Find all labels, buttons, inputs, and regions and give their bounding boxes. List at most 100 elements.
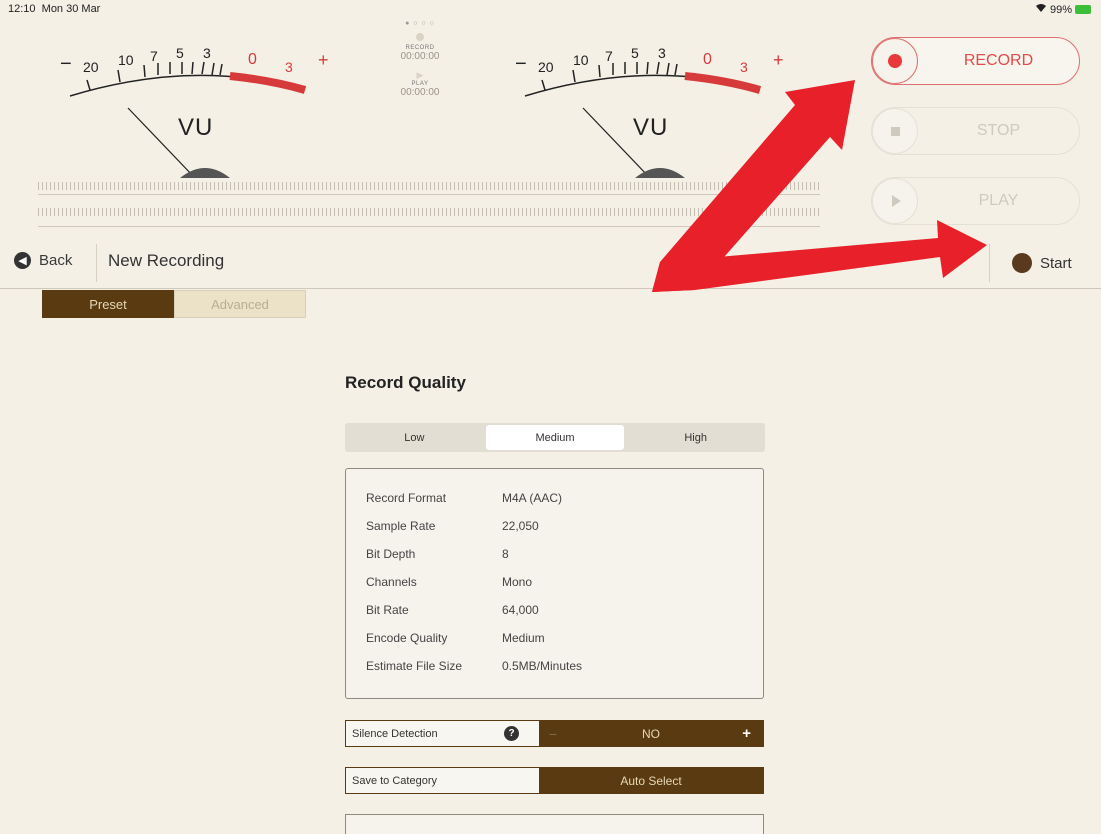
format-details-panel: Record Format M4A (AAC) Sample Rate 22,0…: [345, 468, 764, 699]
start-button[interactable]: Start: [1012, 253, 1072, 273]
detail-row: Sample Rate 22,050: [366, 519, 539, 533]
next-panel: [345, 814, 764, 834]
vu-tick: 10: [118, 52, 134, 68]
transport-status-panel: ● ○ ○ ○ RECORD 00:00:00 ▶ PLAY 00:00:00: [380, 18, 460, 98]
detail-row: Encode Quality Medium: [366, 631, 545, 645]
silence-detection-row: Silence Detection ? − NO +: [345, 720, 764, 747]
record-icon: [872, 38, 918, 84]
divider: [38, 194, 820, 195]
detail-value: M4A (AAC): [502, 491, 563, 505]
save-category-value: Auto Select: [620, 773, 682, 788]
save-category-label: Save to Category: [352, 774, 437, 787]
detail-key: Record Format: [366, 491, 447, 505]
status-indicators: 99%: [1035, 3, 1091, 16]
divider: [38, 226, 820, 227]
detail-row: Bit Rate 64,000: [366, 603, 539, 617]
increment-button[interactable]: +: [742, 725, 751, 742]
help-icon[interactable]: ?: [504, 726, 519, 741]
quality-option-high[interactable]: High: [626, 423, 765, 452]
vu-tick: 0: [703, 51, 712, 68]
record-indicator-icon: [416, 33, 424, 41]
detail-row: Bit Depth 8: [366, 547, 509, 561]
vu-meter-left: − 20 10 7 5 3 0 3 + VU: [30, 18, 330, 178]
status-time: 12:10 Mon 30 Mar: [8, 3, 100, 15]
level-ruler-bottom: [38, 208, 820, 216]
vu-tick: +: [773, 50, 784, 70]
back-label: Back: [39, 252, 73, 269]
status-clock: 12:10: [8, 3, 36, 15]
vu-tick: 3: [285, 59, 293, 75]
detail-key: Encode Quality: [366, 631, 448, 645]
stop-button[interactable]: STOP: [871, 107, 1080, 155]
vu-tick: 7: [605, 48, 613, 64]
record-button[interactable]: RECORD: [871, 37, 1080, 85]
detail-value: 64,000: [502, 603, 539, 617]
vu-tick: 20: [538, 59, 554, 75]
back-button[interactable]: ◀ Back: [14, 252, 72, 269]
battery-icon: [1075, 5, 1091, 14]
play-button[interactable]: PLAY: [871, 177, 1080, 225]
vu-tick: +: [318, 50, 329, 70]
divider: [989, 244, 990, 282]
vu-tick: 0: [248, 51, 257, 68]
vu-tick: 7: [150, 48, 158, 64]
vu-label: VU: [178, 114, 214, 141]
vu-dial-left: [69, 61, 307, 178]
record-quality-heading: Record Quality: [345, 373, 466, 392]
vu-tick: 10: [573, 52, 589, 68]
vu-meter-right: − 20 10 7 5 3 0 3 + VU: [485, 18, 785, 178]
play-time: 00:00:00: [400, 87, 440, 98]
vu-tick: 3: [740, 59, 748, 75]
detail-key: Channels: [366, 575, 417, 589]
page-indicator: ● ○ ○ ○: [405, 20, 435, 27]
vu-dial-right: [524, 61, 762, 178]
record-time: 00:00:00: [400, 51, 440, 62]
play-indicator-icon: ▶: [416, 70, 424, 80]
level-ruler-top: [38, 182, 820, 190]
silence-detection-label-cell: Silence Detection ?: [346, 721, 539, 746]
quality-option-medium[interactable]: Medium: [485, 425, 625, 450]
save-category-label-cell: Save to Category: [346, 768, 539, 793]
detail-value: 22,050: [502, 519, 539, 533]
decrement-button[interactable]: −: [549, 726, 557, 742]
tab-preset[interactable]: Preset: [42, 290, 174, 318]
stop-button-label: STOP: [976, 122, 1021, 139]
detail-value: Medium: [502, 631, 545, 645]
record-button-label: RECORD: [963, 52, 1034, 69]
detail-value: 0.5MB/Minutes: [502, 659, 583, 673]
vu-tick: 5: [176, 45, 184, 61]
play-icon: [872, 178, 918, 224]
vu-tick: 3: [658, 45, 666, 61]
silence-detection-label: Silence Detection: [352, 727, 438, 740]
detail-key: Bit Depth: [366, 547, 416, 561]
tab-advanced[interactable]: Advanced: [174, 290, 306, 318]
silence-detection-value: NO: [642, 726, 660, 741]
start-label: Start: [1040, 254, 1072, 272]
detail-key: Sample Rate: [366, 519, 436, 533]
wifi-icon: [1035, 3, 1047, 16]
status-date: Mon 30 Mar: [41, 3, 101, 15]
battery-percent: 99%: [1049, 3, 1072, 16]
save-category-row: Save to Category Auto Select: [345, 767, 764, 794]
quality-segmented-control: Low Medium High: [345, 423, 765, 452]
vu-tick: 3: [203, 45, 211, 61]
back-arrow-icon: ◀: [14, 252, 31, 269]
save-category-select[interactable]: Auto Select: [539, 768, 763, 793]
detail-key: Bit Rate: [366, 603, 409, 617]
detail-value: 8: [502, 547, 509, 561]
vu-tick: 20: [83, 59, 99, 75]
divider: [96, 244, 97, 282]
play-button-label: PLAY: [978, 192, 1019, 209]
detail-key: Estimate File Size: [366, 659, 463, 673]
stop-icon: [872, 108, 918, 154]
start-record-icon: [1012, 253, 1032, 273]
page-title: New Recording: [108, 251, 225, 270]
detail-value: Mono: [502, 575, 533, 589]
quality-option-low[interactable]: Low: [345, 423, 484, 452]
vu-tick: 5: [631, 45, 639, 61]
silence-detection-stepper: − NO +: [539, 721, 763, 746]
vu-tick: −: [515, 53, 527, 75]
navigation-bar: ◀ Back New Recording Start: [0, 238, 1101, 289]
detail-row: Record Format M4A (AAC): [366, 491, 562, 505]
detail-row: Estimate File Size 0.5MB/Minutes: [366, 659, 582, 673]
